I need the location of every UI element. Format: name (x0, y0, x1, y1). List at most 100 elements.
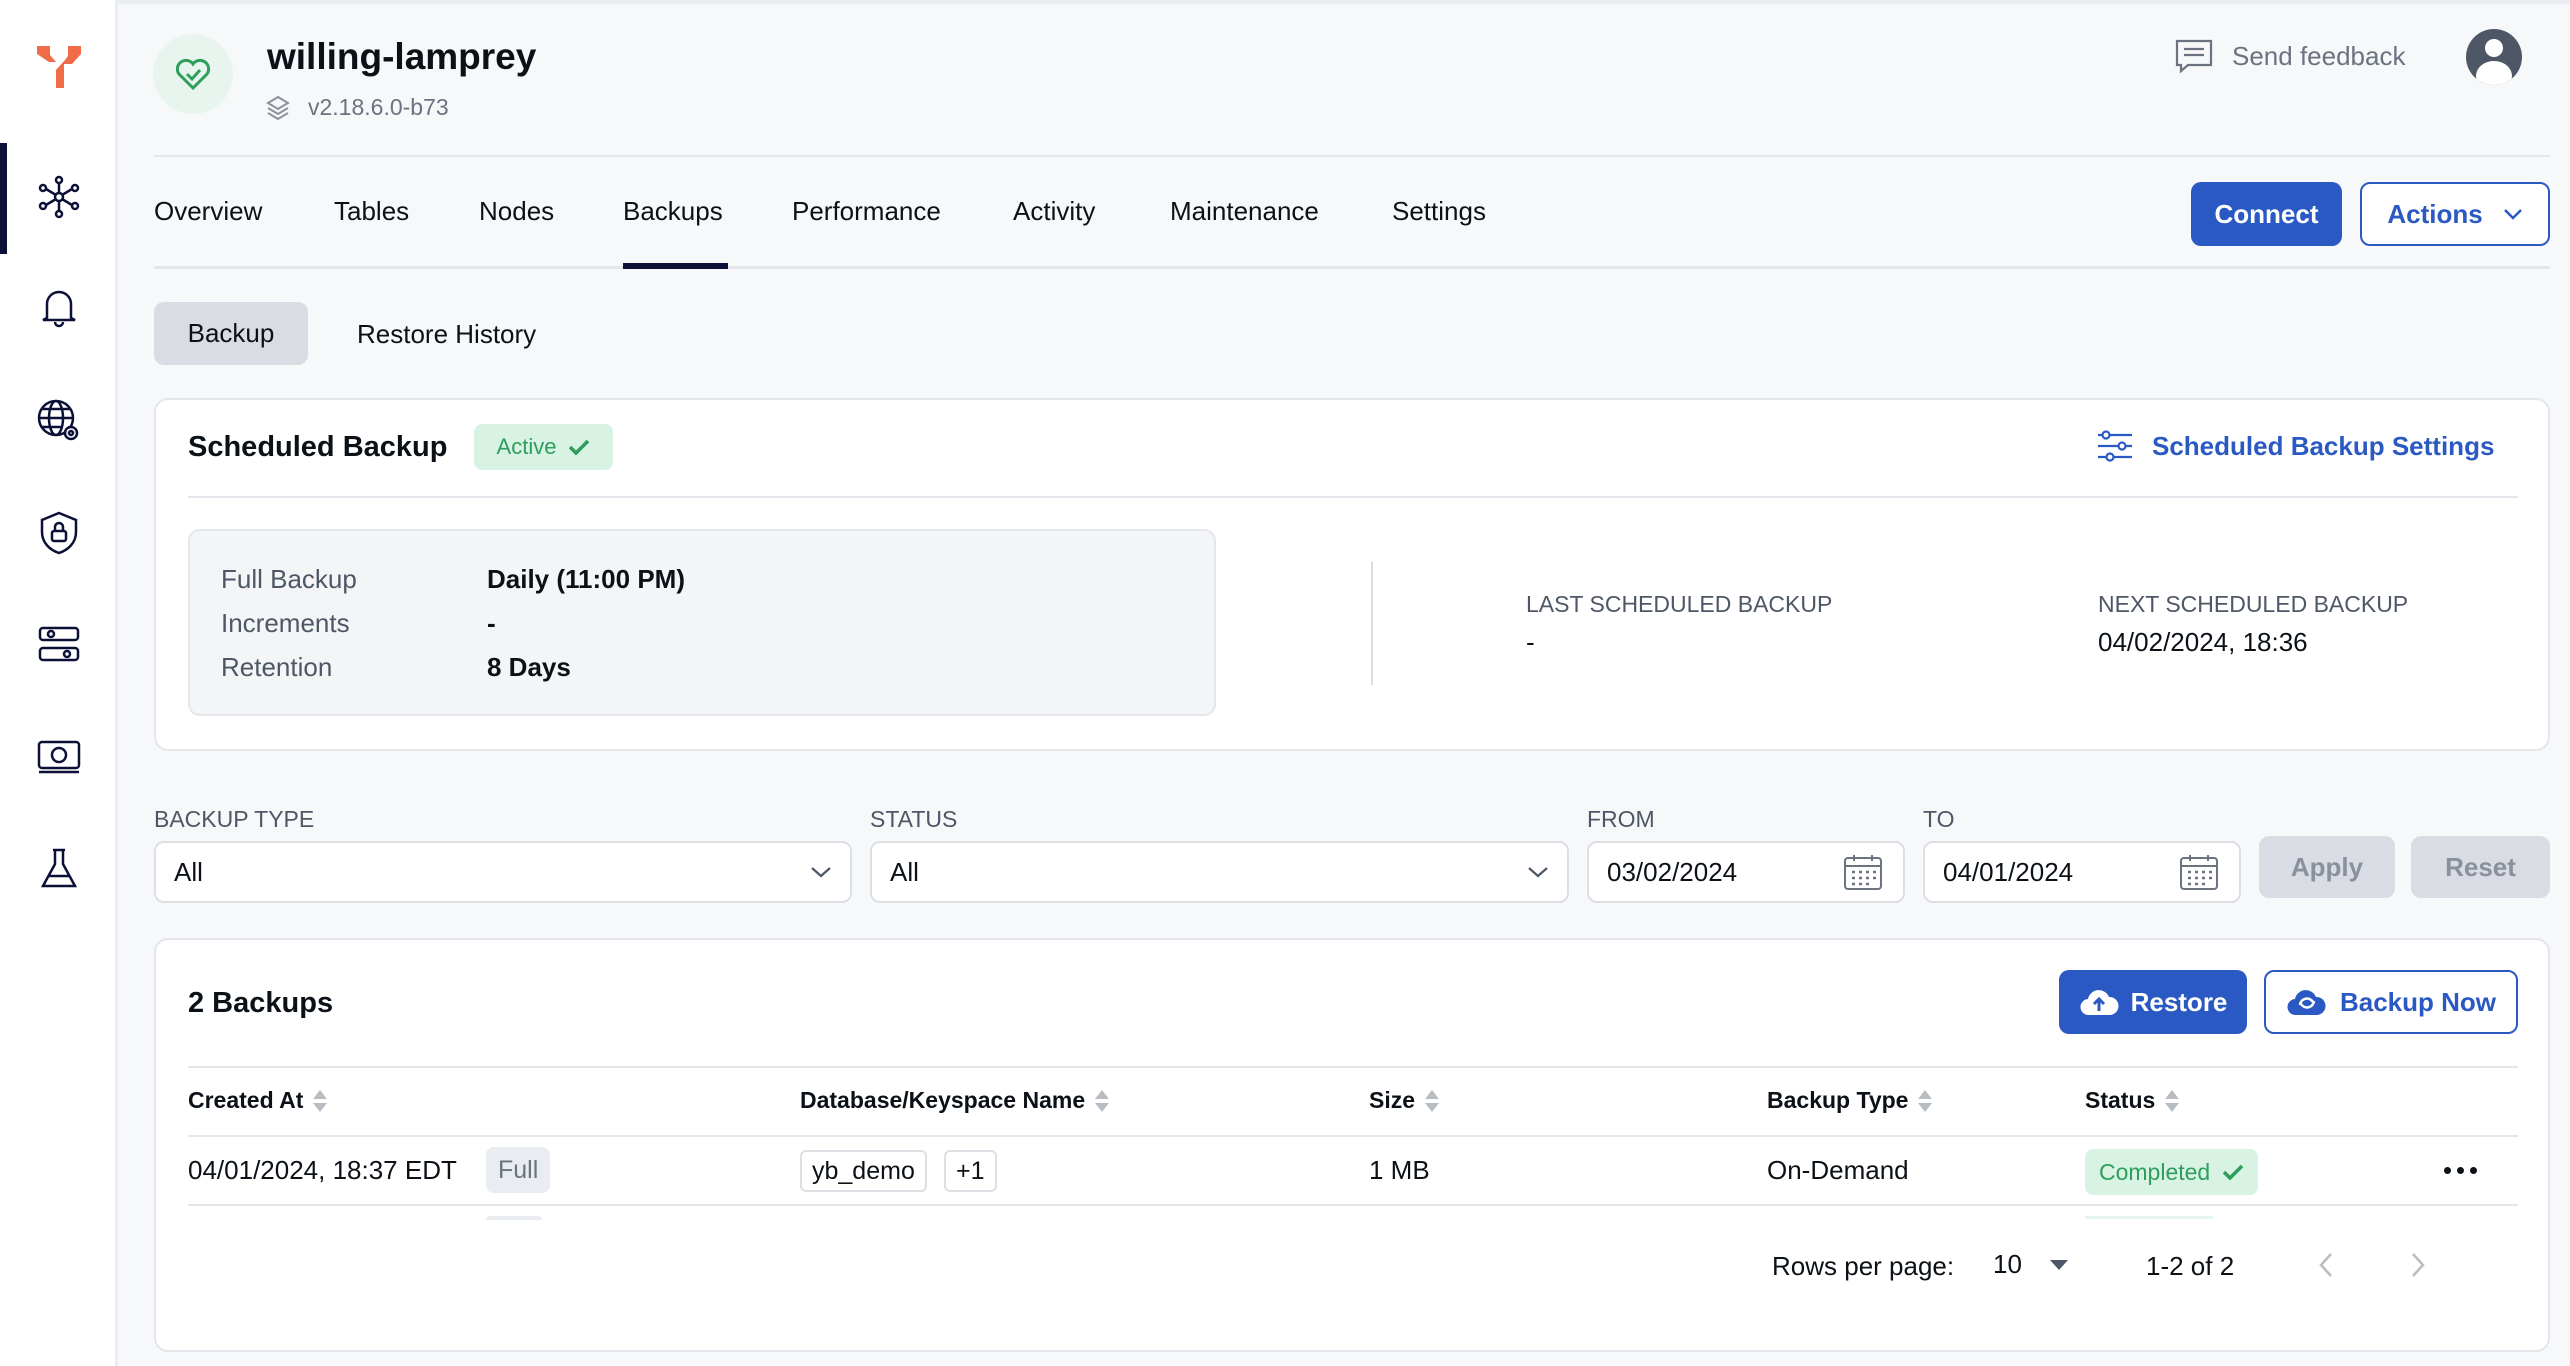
backup-type-label: BACKUP TYPE (154, 806, 315, 832)
send-feedback-link[interactable]: Send feedback (2174, 38, 2405, 74)
column-label: Backup Type (1767, 1087, 1909, 1113)
calendar-icon[interactable] (1843, 853, 1883, 891)
subtab-backup[interactable]: Backup (154, 302, 308, 365)
cloud-sync-icon (2287, 990, 2326, 1016)
tabs-divider (154, 266, 2550, 269)
universe-title: willing-lamprey (267, 36, 537, 77)
column-label: Size (1369, 1087, 1416, 1113)
backups-count-title: 2 Backups (188, 987, 334, 1019)
tab-performance[interactable]: Performance (792, 196, 941, 227)
version-label: v2.18.6.0-b73 (308, 94, 449, 120)
clipped-row-fragment (2085, 1216, 2213, 1219)
retention-label: Retention (221, 652, 333, 682)
universe-icon[interactable] (34, 172, 84, 222)
yugabyte-logo-icon[interactable] (34, 42, 84, 92)
column-label: Status (2085, 1087, 2156, 1113)
column-created-at[interactable]: Created At (188, 1087, 328, 1114)
health-status-icon (153, 34, 233, 114)
last-scheduled-value: - (1526, 627, 1535, 657)
backup-kind-badge: Full (486, 1147, 551, 1193)
column-label: Database/Keyspace Name (800, 1087, 1086, 1113)
created-at-cell: 04/01/2024, 18:37 EDT (188, 1155, 457, 1185)
sort-icon[interactable] (313, 1089, 328, 1112)
tab-settings[interactable]: Settings (1392, 196, 1486, 227)
reset-button[interactable]: Reset (2411, 836, 2550, 898)
sort-icon[interactable] (1918, 1089, 1933, 1112)
rows-per-page-select[interactable]: 10 (1993, 1249, 2068, 1280)
sort-icon[interactable] (1095, 1089, 1110, 1112)
tab-tables[interactable]: Tables (334, 196, 409, 227)
subtab-restore-history[interactable]: Restore History (357, 319, 536, 350)
connect-button[interactable]: Connect (2191, 182, 2342, 246)
feedback-icon (2175, 39, 2213, 74)
from-label: FROM (1587, 806, 1655, 832)
next-scheduled-value: 04/02/2024, 18:36 (2098, 627, 2308, 657)
column-size[interactable]: Size (1369, 1087, 1440, 1114)
status-filter-label: STATUS (870, 806, 958, 832)
billing-icon[interactable] (34, 731, 84, 781)
settings-sliders-icon (2098, 430, 2132, 462)
sort-icon[interactable] (1425, 1089, 1440, 1112)
sliders-icon[interactable] (34, 619, 84, 669)
backup-type-select[interactable]: All (154, 841, 852, 903)
last-scheduled-label: LAST SCHEDULED BACKUP (1526, 591, 1833, 617)
backup-type-value: All (174, 856, 203, 887)
column-label: Created At (188, 1087, 304, 1113)
sort-icon[interactable] (2165, 1089, 2180, 1112)
status-select[interactable]: All (870, 841, 1569, 903)
calendar-icon[interactable] (2179, 853, 2219, 891)
caret-down-icon (2049, 1259, 2068, 1270)
backup-now-button[interactable]: Backup Now (2264, 970, 2518, 1034)
scheduled-backup-settings-link[interactable]: Scheduled Backup Settings (2096, 430, 2494, 462)
tab-nodes[interactable]: Nodes (479, 196, 554, 227)
table-top-divider (188, 1066, 2518, 1068)
next-page-icon[interactable] (2410, 1252, 2426, 1278)
more-databases-chip[interactable]: +1 (944, 1150, 997, 1192)
chevron-down-icon (2503, 209, 2522, 220)
tab-overview[interactable]: Overview (154, 196, 262, 227)
status-badge-label: Active (496, 434, 557, 459)
from-date-value: 03/02/2024 (1607, 856, 1738, 887)
clipped-row-fragment (486, 1216, 542, 1220)
flask-icon[interactable] (34, 844, 84, 894)
chevron-down-icon (1528, 867, 1548, 878)
check-icon (2222, 1164, 2244, 1181)
tab-maintenance[interactable]: Maintenance (1170, 196, 1319, 227)
restore-button[interactable]: Restore (2059, 970, 2247, 1034)
send-feedback-label: Send feedback (2232, 40, 2406, 71)
active-indicator (0, 143, 7, 254)
sidebar (0, 0, 118, 1366)
column-backup-type[interactable]: Backup Type (1767, 1087, 1933, 1114)
active-tab-indicator (623, 263, 728, 269)
status-badge: Completed (2085, 1149, 2259, 1195)
row-divider (188, 1204, 2518, 1206)
actions-dropdown[interactable]: Actions (2360, 182, 2550, 246)
bell-icon[interactable] (34, 281, 84, 331)
size-cell: 1 MB (1369, 1155, 1430, 1185)
column-status[interactable]: Status (2085, 1087, 2180, 1114)
layers-icon (265, 94, 291, 122)
tab-backups[interactable]: Backups (623, 196, 723, 227)
pagination-range: 1-2 of 2 (2146, 1251, 2235, 1281)
avatar[interactable] (2466, 29, 2522, 85)
database-chip: yb_demo (800, 1150, 927, 1192)
globe-gear-icon[interactable] (34, 396, 84, 446)
full-backup-label: Full Backup (221, 564, 357, 594)
apply-button[interactable]: Apply (2259, 836, 2395, 898)
more-options-icon[interactable] (2444, 1160, 2480, 1180)
backup-now-label: Backup Now (2339, 986, 2497, 1017)
increments-label: Increments (221, 608, 350, 638)
retention-value: 8 Days (487, 652, 571, 682)
next-scheduled-label: NEXT SCHEDULED BACKUP (2098, 591, 2409, 617)
shield-lock-icon[interactable] (34, 508, 84, 558)
to-label: TO (1923, 806, 1955, 832)
to-date-input[interactable]: 04/01/2024 (1923, 841, 2241, 903)
from-date-input[interactable]: 03/02/2024 (1587, 841, 1905, 903)
tab-activity[interactable]: Activity (1013, 196, 1095, 227)
rows-per-page-value: 10 (1993, 1249, 2022, 1279)
top-border (0, 0, 2570, 4)
previous-page-icon[interactable] (2318, 1252, 2334, 1278)
full-backup-value: Daily (11:00 PM) (487, 564, 685, 594)
column-database-name[interactable]: Database/Keyspace Name (800, 1087, 1110, 1114)
status-badge: Active (474, 424, 613, 470)
